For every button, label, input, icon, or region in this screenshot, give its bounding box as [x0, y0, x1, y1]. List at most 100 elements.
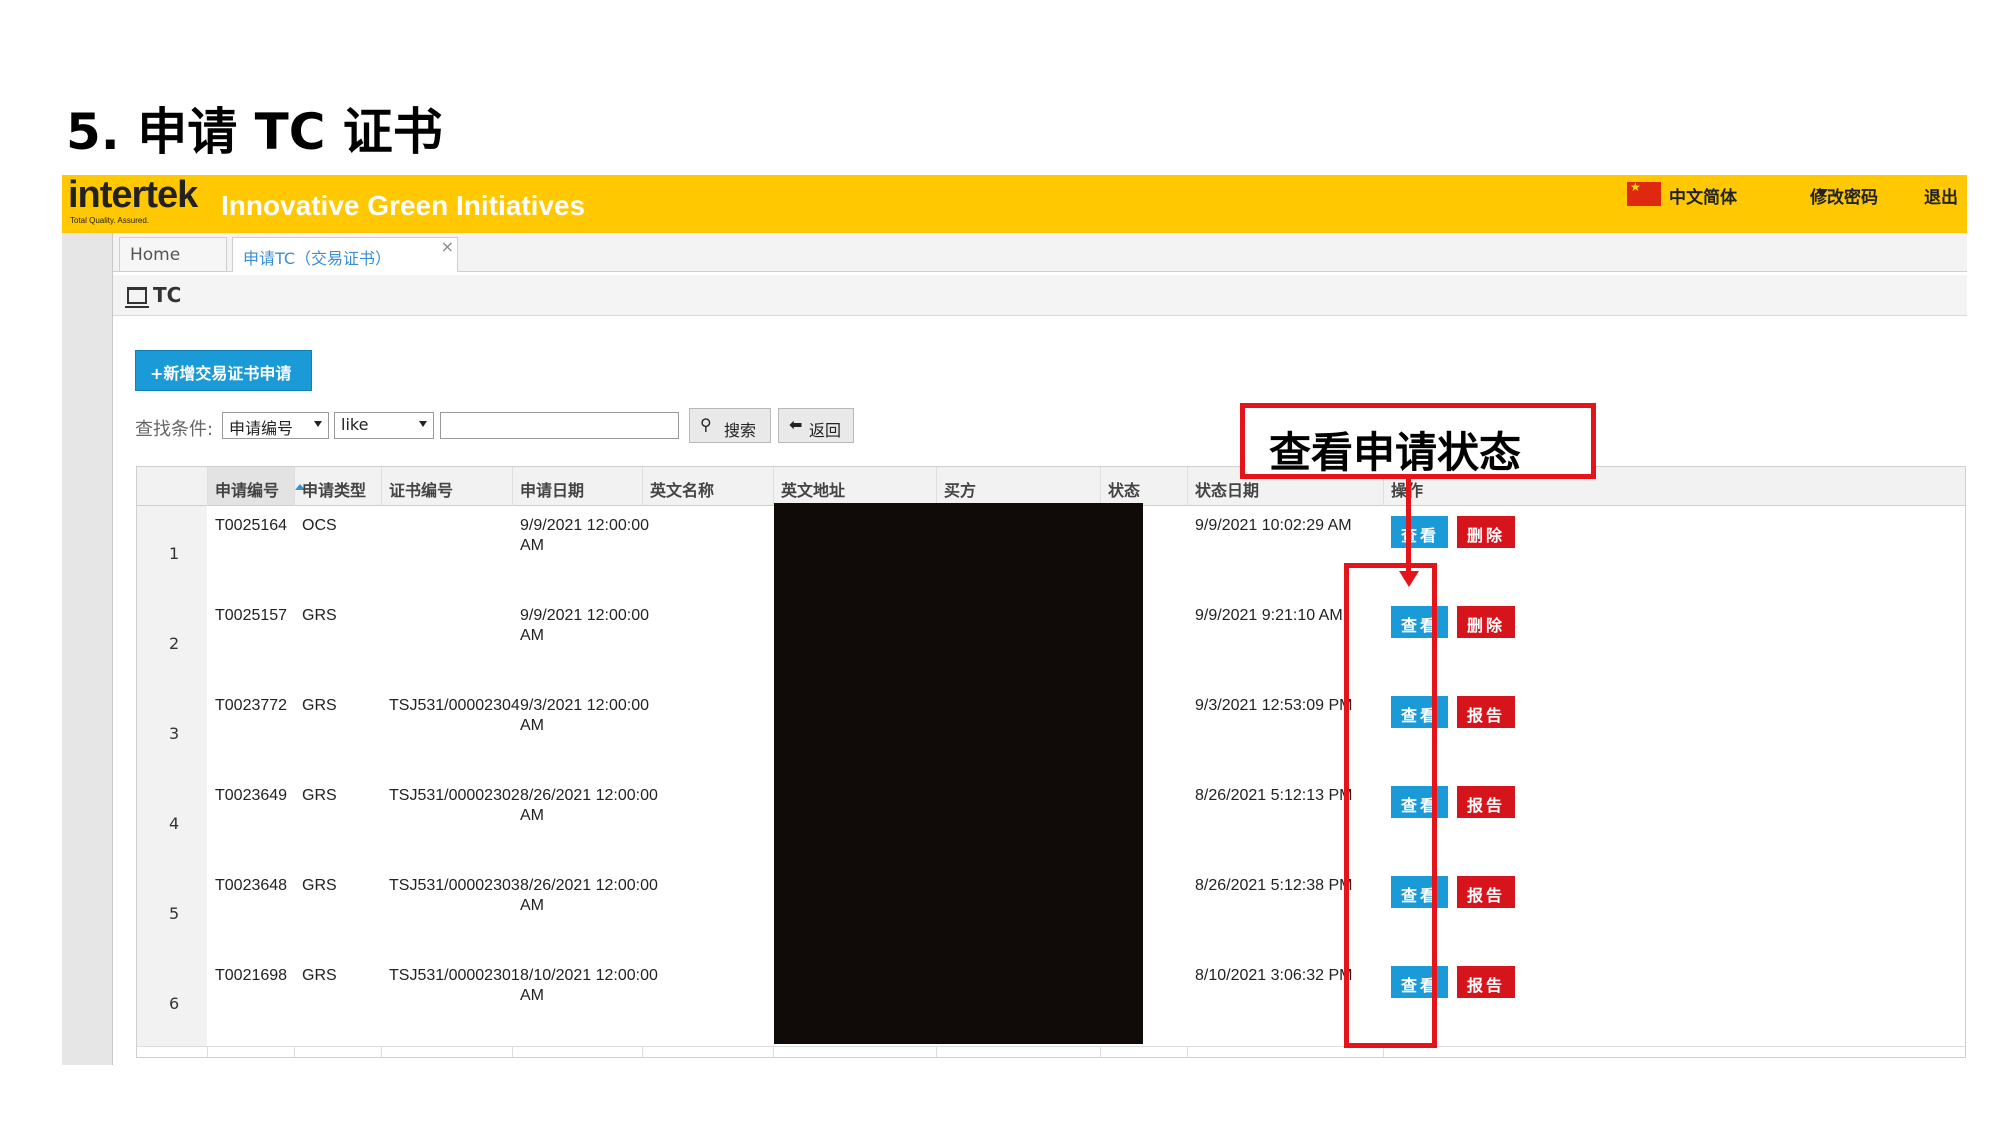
china-flag-icon: ★	[1627, 180, 1661, 206]
report-button[interactable]: 报告	[1457, 786, 1515, 818]
application-type: OCS	[302, 517, 337, 534]
back-arrow-icon: ⬅	[789, 415, 803, 434]
certificate-no: TSJ531/00002303	[389, 877, 520, 894]
row-number-cell: 5	[137, 866, 207, 956]
tab-home-label: Home	[130, 245, 181, 265]
row-number-cell: 1	[137, 506, 207, 596]
column-header-label: 英文名称	[650, 481, 715, 500]
row-number: 2	[169, 634, 180, 653]
col-type-header[interactable]: 申请类型	[294, 467, 381, 505]
search-operator-select[interactable]: like	[334, 412, 434, 439]
row-number: 5	[169, 904, 180, 923]
intertek-logo[interactable]: intertek Total Quality. Assured.	[68, 175, 208, 230]
col-apply-date-header[interactable]: 申请日期	[512, 467, 642, 505]
status-date: 8/26/2021 5:12:38 PM	[1195, 877, 1353, 894]
apply-date: 8/26/2021 12:00:00	[520, 877, 658, 894]
tab-apply-tc[interactable]: 申请TC（交易证书） ×	[232, 237, 458, 272]
status-date: 8/10/2021 3:06:32 PM	[1195, 967, 1353, 984]
column-header-label: 买方	[944, 481, 977, 500]
delete-button-label: 删除	[1467, 616, 1506, 635]
logo-wordmark: intertek	[68, 175, 198, 216]
column-header-label: 申请日期	[520, 481, 585, 500]
apply-date-period: AM	[520, 627, 544, 644]
left-sidebar	[62, 233, 113, 1065]
apply-date-period: AM	[520, 807, 544, 824]
delete-button[interactable]: 删除	[1457, 516, 1515, 548]
row-number-cell: 2	[137, 596, 207, 686]
status-column-highlight	[1344, 563, 1437, 1048]
report-button[interactable]: 报告	[1457, 696, 1515, 728]
back-button[interactable]: ⬅ 返回	[778, 408, 854, 443]
column-header-label: 状态	[1108, 481, 1141, 500]
certificate-no: TSJ531/00002302	[389, 787, 520, 804]
app-window: intertek Total Quality. Assured. Innovat…	[62, 175, 1967, 1065]
status-date: 8/26/2021 5:12:13 PM	[1195, 787, 1353, 804]
col-buyer-header[interactable]: 买方	[936, 467, 1100, 505]
app-title: Innovative Green Initiatives	[221, 190, 586, 221]
report-button-label: 报告	[1467, 886, 1506, 905]
row-number-cell: 4	[137, 776, 207, 866]
application-id: T0023772	[215, 697, 288, 714]
dropdown-arrow-icon	[314, 421, 322, 427]
apply-date: 8/10/2021 12:00:00	[520, 967, 658, 984]
panel-title: TC	[153, 283, 182, 307]
row-number: 6	[169, 994, 180, 1013]
delete-button[interactable]: 删除	[1457, 606, 1515, 638]
tab-home[interactable]: Home	[119, 237, 227, 271]
row-number: 3	[169, 724, 180, 743]
col-application-no-header[interactable]: 申请编号	[207, 467, 305, 505]
back-button-label: 返回	[809, 421, 842, 440]
search-field-value: 申请编号	[229, 419, 294, 438]
language-selector[interactable]: 中文简体	[1669, 183, 1737, 208]
apply-date-period: AM	[520, 987, 544, 1004]
col-english-name-header[interactable]: 英文名称	[642, 467, 773, 505]
apply-date: 9/3/2021 12:00:00	[520, 697, 650, 714]
apply-date: 9/9/2021 12:00:00	[520, 517, 650, 534]
delete-button-label: 删除	[1467, 526, 1506, 545]
apply-date: 9/9/2021 12:00:00	[520, 607, 650, 624]
application-type: GRS	[302, 787, 337, 804]
column-header-label: 申请编号	[215, 481, 280, 500]
search-field-select[interactable]: 申请编号	[222, 412, 329, 439]
column-header-label: 英文地址	[781, 481, 846, 500]
report-button[interactable]: 报告	[1457, 966, 1515, 998]
search-button[interactable]: ⚲ 搜索	[689, 408, 771, 443]
application-type: GRS	[302, 877, 337, 894]
close-icon[interactable]: ×	[441, 237, 454, 256]
logo-tagline: Total Quality. Assured.	[70, 216, 149, 225]
application-type: GRS	[302, 607, 337, 624]
col-status-header[interactable]: 状态	[1100, 467, 1187, 505]
apply-date-period: AM	[520, 717, 544, 734]
panel-header: TC	[113, 275, 1967, 316]
tab-apply-tc-label: 申请TC（交易证书）	[243, 249, 392, 268]
col-english-address-header[interactable]: 英文地址	[773, 467, 936, 505]
application-id: T0023649	[215, 787, 288, 804]
report-button-label: 报告	[1467, 976, 1506, 995]
application-id: T0025157	[215, 607, 288, 624]
change-password-link[interactable]: 修改密码	[1810, 183, 1878, 208]
application-type: GRS	[302, 697, 337, 714]
col-cert-no-header[interactable]: 证书编号	[381, 467, 512, 505]
slide-title: 5. 申请 TC 证书	[66, 103, 443, 161]
row-number-cell: 3	[137, 686, 207, 776]
apply-date: 8/26/2021 12:00:00	[520, 787, 658, 804]
annotation-callout: 查看申请状态	[1240, 403, 1596, 479]
annotation-callout-text: 查看申请状态	[1269, 428, 1522, 477]
status-date: 9/9/2021 9:21:10 AM	[1195, 607, 1343, 624]
row-number-cell: 6	[137, 956, 207, 1046]
view-button[interactable]: 查看	[1391, 516, 1448, 548]
certificate-no: TSJ531/00002304	[389, 697, 520, 714]
application-type: GRS	[302, 967, 337, 984]
search-input[interactable]	[440, 412, 679, 439]
add-trade-certificate-button[interactable]: +新增交易证书申请	[135, 350, 312, 391]
tab-bar: Home 申请TC（交易证书） ×	[113, 233, 1967, 272]
report-button-label: 报告	[1467, 706, 1506, 725]
certificate-no: TSJ531/00002301	[389, 967, 520, 984]
application-id: T0023648	[215, 877, 288, 894]
annotation-arrow-head	[1399, 571, 1419, 587]
application-id: T0025164	[215, 517, 288, 534]
search-criteria-label: 查找条件:	[135, 419, 214, 440]
apply-date-period: AM	[520, 537, 544, 554]
report-button[interactable]: 报告	[1457, 876, 1515, 908]
logout-link[interactable]: 退出	[1924, 183, 1958, 208]
